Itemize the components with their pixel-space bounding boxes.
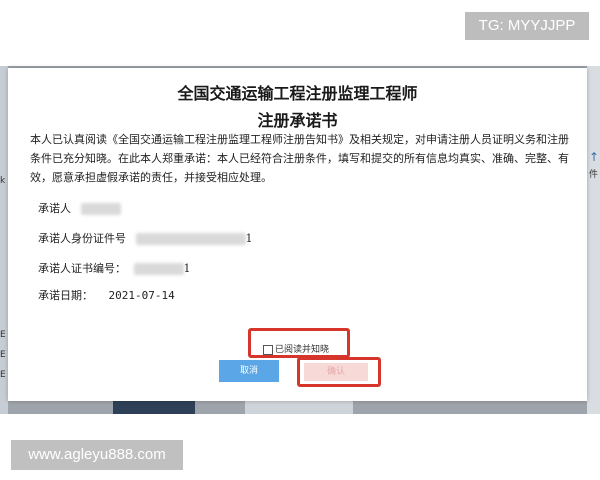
date-field: 承诺日期： 2021-07-14 bbox=[38, 287, 175, 303]
promiser-label: 承诺人 bbox=[38, 202, 71, 215]
id-number-value-redacted bbox=[135, 233, 246, 245]
watermark-url-tag: www.agleyu888.com bbox=[11, 440, 183, 470]
registration-commitment-dialog: 全国交通运输工程注册监理工程师 注册承诺书 本人已认真阅读《全国交通运输工程注册… bbox=[8, 68, 587, 401]
background-left-panel bbox=[0, 66, 8, 414]
commitment-text: 本人已认真阅读《全国交通运输工程注册监理工程师注册告知书》及相关规定，对申请注册… bbox=[30, 133, 569, 184]
certificate-number-field: 承诺人证书编号： 1 bbox=[38, 260, 191, 276]
watermark-tg-tag: TG: MYYJJPP bbox=[465, 12, 589, 40]
background-left-text: E bbox=[0, 350, 6, 360]
id-number-field: 承诺人身份证件号 1 bbox=[38, 230, 253, 246]
id-number-label: 承诺人身份证件号 bbox=[38, 232, 126, 245]
certificate-number-label: 承诺人证书编号： bbox=[38, 262, 126, 275]
cancel-button[interactable]: 取消 bbox=[219, 360, 279, 382]
background-right-panel bbox=[587, 66, 600, 414]
arrow-up-icon: ↑ bbox=[589, 150, 600, 164]
agree-checkbox[interactable] bbox=[263, 344, 273, 355]
date-value: 2021-07-14 bbox=[108, 289, 175, 302]
certificate-number-value-redacted bbox=[133, 263, 184, 275]
dialog-title: 全国交通运输工程注册监理工程师 bbox=[177, 84, 418, 103]
certificate-number-suffix: 1 bbox=[183, 262, 191, 275]
background-left-text: k bbox=[0, 176, 6, 186]
date-label: 承诺日期： bbox=[38, 289, 93, 302]
background-left-text: E bbox=[0, 370, 6, 380]
background-right-text: 件 bbox=[589, 170, 599, 180]
dialog-subtitle: 注册承诺书 bbox=[257, 111, 338, 130]
agree-label: 已阅读并知晓 bbox=[275, 345, 330, 355]
confirm-button[interactable]: 确认 bbox=[304, 363, 368, 381]
promiser-value-redacted bbox=[80, 203, 121, 215]
id-number-suffix: 1 bbox=[245, 232, 253, 245]
promiser-field: 承诺人 bbox=[38, 200, 121, 216]
agree-checkbox-row[interactable]: 已阅读并知晓 bbox=[263, 342, 329, 355]
background-left-text: E bbox=[0, 330, 6, 340]
